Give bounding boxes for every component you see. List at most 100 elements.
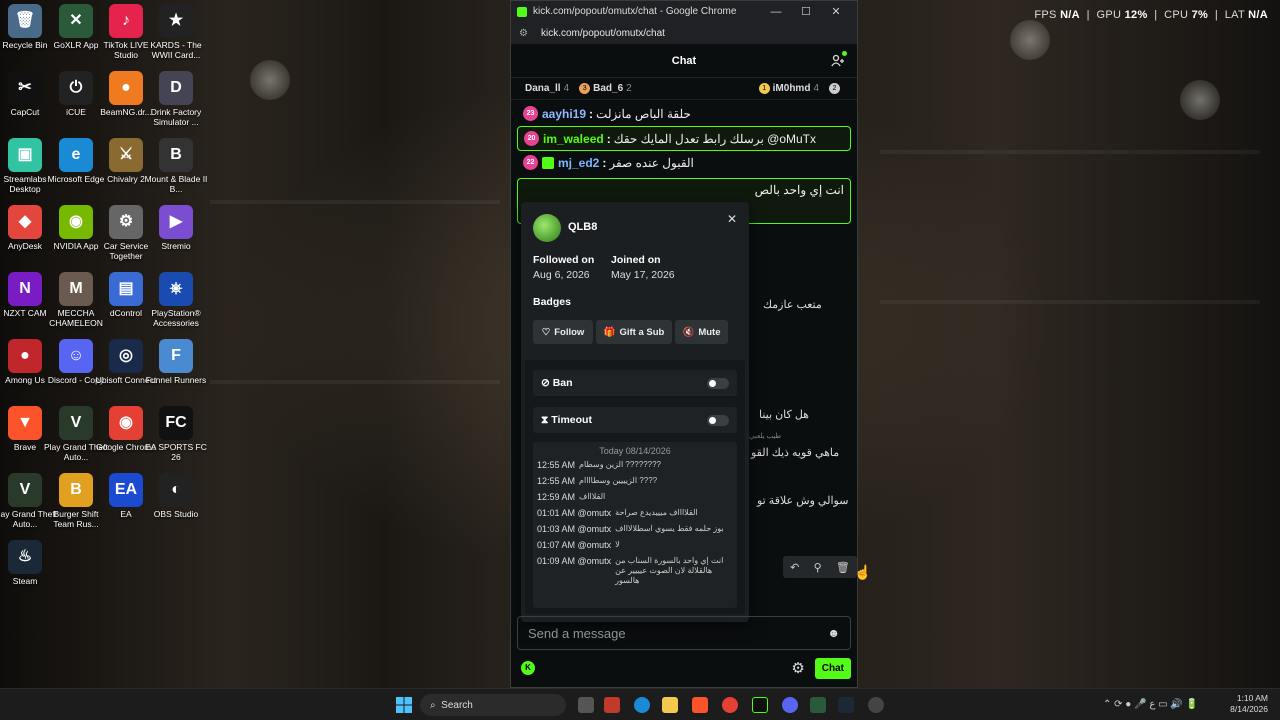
desktop-icon-label: Stremio xyxy=(161,241,191,251)
windows-start-icon[interactable] xyxy=(396,697,412,713)
desktop-icon[interactable]: F Funnel Runners xyxy=(143,335,209,399)
app-icon: ▶ xyxy=(159,205,193,239)
gifter-2[interactable]: 3 Bad_6 2 xyxy=(579,82,632,94)
history-item: 12:59 AM القلاااف xyxy=(537,492,606,502)
history-item: 01:01 AM @omutx القلااااف ميييديدع صراحة xyxy=(537,508,698,518)
app-icon: ✂ xyxy=(8,71,42,105)
site-settings-icon[interactable]: ⚙ xyxy=(519,28,531,39)
desktop-icon-label: Drink Factory Simulator ... xyxy=(150,107,202,127)
minimize-button[interactable]: — xyxy=(761,6,791,18)
chrome-icon[interactable] xyxy=(722,697,738,713)
message-actions: ↶ ⚲ 🗑 xyxy=(783,556,857,578)
task-view-icon[interactable] xyxy=(578,697,594,713)
app-icon: ◉ xyxy=(59,205,93,239)
system-tray-icons[interactable]: ⌃ ⟳ ● 🎤 ع ▭ 🔊 🔋 xyxy=(1103,699,1198,710)
chat-message[interactable]: 23 aayhi19 : حلقة الباص مانزلت xyxy=(517,102,851,125)
desktop-icon[interactable]: B Mount & Blade II B... xyxy=(143,134,209,198)
ban-toggle[interactable] xyxy=(707,377,729,389)
desktop-icon-grid: 🗑 Recycle Bin ✕ GoXLR App ♪ TikTok LIVE Studi… xyxy=(0,0,210,680)
desktop-icon[interactable]: ♨ Steam xyxy=(0,536,58,600)
subscriber-badge: 20 xyxy=(524,131,539,146)
file-explorer-icon[interactable] xyxy=(662,697,678,713)
app-icon: ☺ xyxy=(59,339,93,373)
brave-icon[interactable] xyxy=(692,697,708,713)
chat-username[interactable]: im_waleed xyxy=(543,132,604,146)
followed-label: Followed on xyxy=(533,254,595,266)
followed-date: Aug 6, 2026 xyxy=(533,269,590,281)
app-icon: ♨ xyxy=(8,540,42,574)
desktop-icon-label: PlayStation® Accessories xyxy=(151,308,201,328)
reply-icon[interactable]: ↶ xyxy=(790,561,799,574)
emoji-icon[interactable]: ☻ xyxy=(827,626,840,640)
window-titlebar[interactable]: kick.com/popout/omutx/chat - Google Chro… xyxy=(511,1,857,22)
goxlr-icon[interactable] xyxy=(810,697,826,713)
app-icon: ▤ xyxy=(109,272,143,306)
taskbar-search[interactable]: ⌕ Search xyxy=(420,694,566,716)
history-item: 12:55 AM الزين وسطام ???????? xyxy=(537,460,661,470)
app-icon: V xyxy=(59,406,93,440)
desktop-icon[interactable]: D Drink Factory Simulator ... xyxy=(143,67,209,131)
desktop-icon[interactable]: ▶ Stremio xyxy=(143,201,209,265)
follow-button[interactable]: ♡ Follow xyxy=(533,320,593,344)
chat-reply-text: طيب يلعبي xyxy=(749,433,782,440)
app-icon: V xyxy=(8,473,42,507)
url-text: kick.com/popout/omutx/chat xyxy=(541,27,665,39)
desktop-icon[interactable]: FC EA SPORTS FC 26 xyxy=(143,402,209,466)
joined-date: May 17, 2026 xyxy=(611,269,675,281)
app-icon[interactable] xyxy=(868,697,884,713)
send-chat-button[interactable]: Chat xyxy=(814,657,851,679)
gifter-1[interactable]: Dana_ll 4 xyxy=(525,83,569,94)
subscriber-badge: 22 xyxy=(523,155,538,170)
chat-text: حلقة الباص مانزلت xyxy=(596,106,691,121)
app-icon: D xyxy=(159,71,193,105)
discord-icon[interactable] xyxy=(782,697,798,713)
chat-message[interactable]: 22 mj_ed2 : القبول عنده صفر xyxy=(517,151,851,174)
chat-text: برسلك رابط تعدل المايك حقك @oMuTx xyxy=(613,131,816,146)
mute-button[interactable]: 🔇 Mute xyxy=(675,320,728,344)
timeout-toggle[interactable] xyxy=(707,414,729,426)
app-icon: ◆ xyxy=(8,205,42,239)
chat-message-mention[interactable]: 20 im_waleed : برسلك رابط تعدل المايك حق… xyxy=(517,126,851,151)
chat-settings-icon[interactable]: ⚙ xyxy=(791,659,804,677)
kick-favicon-icon xyxy=(517,6,527,17)
more-gifters-badge[interactable]: 2 xyxy=(829,83,840,94)
chatters-icon[interactable] xyxy=(831,54,845,68)
edge-icon[interactable] xyxy=(634,697,650,713)
pin-icon[interactable]: ⚲ xyxy=(814,561,822,574)
chat-header: Chat xyxy=(511,44,857,78)
app-icon: e xyxy=(59,138,93,172)
app-icon: 🗑 xyxy=(8,4,42,38)
address-bar[interactable]: ⚙ kick.com/popout/omutx/chat xyxy=(511,22,857,44)
chat-text: ماهي قويه ذيك القو xyxy=(751,447,840,459)
chat-text: هل كان بينا xyxy=(759,409,809,421)
delete-icon[interactable]: 🗑 xyxy=(836,561,850,574)
desktop-icon[interactable]: ◐ OBS Studio xyxy=(143,469,209,533)
history-item: 01:03 AM @omutx بوز حلمه فقط يسوي اسطلالا… xyxy=(537,524,724,534)
chat-text: القبول عنده صفر xyxy=(609,155,694,170)
desktop-icon[interactable]: ★ KARDS - The WWII Card... xyxy=(143,0,209,64)
gifter-3[interactable]: 1 iM0hmd 4 xyxy=(758,82,819,94)
history-item: 01:09 AM @omutx انت إي واحد بالسورة السنا… xyxy=(537,556,724,585)
chat-username[interactable]: mj_ed2 xyxy=(558,156,599,170)
app-icon: ▼ xyxy=(8,406,42,440)
subscriber-badge: 23 xyxy=(523,106,538,121)
app-icon: N xyxy=(8,272,42,306)
app-icon: M xyxy=(59,272,93,306)
app-icon: B xyxy=(59,473,93,507)
close-icon[interactable]: ✕ xyxy=(727,212,737,226)
desktop-icon[interactable]: ⎈ PlayStation® Accessories xyxy=(143,268,209,332)
timeout-row: ⧗ Timeout xyxy=(533,407,737,433)
kick-logo-icon[interactable]: K xyxy=(521,661,535,675)
kick-chat-panel: Chat Dana_ll 4 3 Bad_6 2 1 iM0hmd 4 2 23 aayh… xyxy=(511,44,871,687)
chat-input[interactable]: Send a message ☻ xyxy=(517,616,851,650)
app-icon[interactable] xyxy=(604,697,620,713)
close-window-button[interactable]: ✕ xyxy=(821,5,851,18)
gift-sub-button[interactable]: 🎁 Gift a Sub xyxy=(596,320,672,344)
chat-title: Chat xyxy=(671,54,697,67)
steam-icon[interactable] xyxy=(838,697,854,713)
clock[interactable]: 1:10 AM 8/14/2026 xyxy=(1230,693,1268,715)
nvidia-icon[interactable] xyxy=(752,697,768,713)
maximize-button[interactable]: ☐ xyxy=(791,5,821,18)
chat-username[interactable]: aayhi19 xyxy=(542,107,586,121)
desktop-icon-label: OBS Studio xyxy=(153,509,199,519)
